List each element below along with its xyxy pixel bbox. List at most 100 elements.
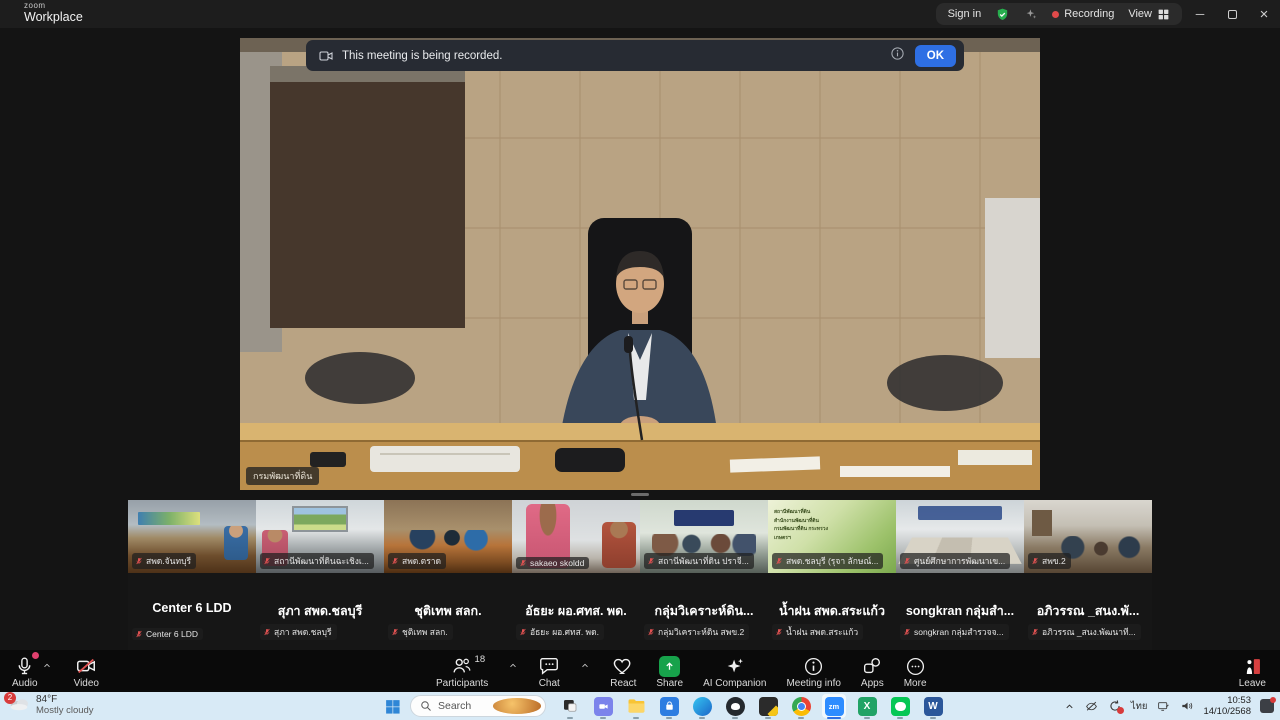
taskbar-app-chrome[interactable] [789, 694, 813, 718]
participant-display-name: กลุ่มวิเคราะห์ดิน... [640, 601, 768, 621]
participant-name: อัธยะ ผอ.ศทส. พด. [530, 625, 599, 639]
participant-tile-center6ldd[interactable]: Center 6 LDD Center 6 LDD [128, 573, 256, 650]
taskbar-app-zoom[interactable]: zm [822, 694, 846, 718]
participant-tile-apiwan[interactable]: อภิวรรณ _สนง.พั... อภิวรรณ _สนง.พัฒนาที.… [1024, 573, 1152, 650]
recording-banner: This meeting is being recorded. OK [306, 40, 964, 71]
ok-button[interactable]: OK [915, 45, 956, 67]
taskbar-app-taskview[interactable] [558, 694, 582, 718]
titlebar-status-group: Sign in Recording View [936, 3, 1182, 25]
muted-mic-icon [263, 557, 271, 565]
sync-alert-dot [1117, 707, 1124, 714]
share-button[interactable]: Share [656, 654, 683, 689]
participant-name-tag: อัธยะ ผอ.ศทส. พด. [516, 624, 604, 640]
thumbnail-sakaeo-skoldd[interactable]: sakaeo skoldd [512, 500, 640, 573]
taskbar-app-word[interactable]: W [921, 694, 945, 718]
chat-icon [538, 655, 560, 677]
strip-drag-handle[interactable] [631, 493, 649, 496]
search-label: Search [438, 700, 487, 712]
thumbnail-spk2[interactable]: สพข.2 [1024, 500, 1152, 573]
taskbar-app-line[interactable] [888, 694, 912, 718]
thumbnail-chachoengsao[interactable]: สถานีพัฒนาที่ดินฉะเชิงเ... [256, 500, 384, 573]
thumbnail-trat[interactable]: สพด.ตราด [384, 500, 512, 573]
thumbnail-study-center[interactable]: ศูนย์ศึกษาการพัฒนาเข... [896, 500, 1024, 573]
view-button[interactable]: View [1128, 8, 1170, 21]
muted-mic-icon [647, 557, 655, 565]
tray-notification-icon[interactable] [1260, 699, 1274, 713]
tray-overflow-chevron[interactable] [1064, 701, 1075, 712]
start-button[interactable] [380, 694, 404, 718]
participant-display-name: songkran กลุ่มสำ... [896, 601, 1024, 621]
minimize-button[interactable]: ─ [1184, 0, 1216, 28]
thumbnail-scene-shape [138, 512, 200, 525]
language-indicator[interactable]: ไทย [1131, 699, 1148, 714]
heart-icon [612, 655, 634, 677]
system-tray: ไทย 10:53 14/10/2568 [1064, 692, 1274, 720]
apps-icon [861, 655, 883, 677]
thumbnail-scene-shape [602, 522, 636, 568]
more-button[interactable]: More [904, 654, 927, 689]
participants-count-badge: 18 [475, 654, 486, 665]
thumbnail-chanthaburi[interactable]: สพด.จันทบุรี [128, 500, 256, 573]
tray-volume-icon[interactable] [1180, 699, 1194, 713]
recording-indicator: Recording [1052, 8, 1114, 20]
share-screen-icon [659, 656, 680, 677]
grid-view-icon [1157, 8, 1170, 21]
taskbar-app-edge[interactable] [690, 694, 714, 718]
sign-in-link[interactable]: Sign in [948, 8, 982, 20]
muted-mic-icon [1031, 628, 1039, 636]
recording-camera-icon [318, 48, 334, 64]
taskbar-app-photos[interactable] [756, 694, 780, 718]
muted-mic-icon [1031, 557, 1039, 565]
audio-participant-row: Center 6 LDD Center 6 LDD สุภา สพด.ชลบุร… [128, 573, 1152, 650]
sparkle-icon[interactable] [1024, 7, 1038, 21]
chat-options-caret[interactable] [580, 658, 590, 676]
view-label: View [1128, 8, 1152, 20]
meeting-info-button[interactable]: Meeting info [786, 654, 840, 689]
participants-icon [451, 655, 473, 677]
taskbar-app-excel[interactable]: X [855, 694, 879, 718]
info-icon[interactable] [890, 46, 905, 66]
weather-widget[interactable]: 2 84°F Mostly cloudy [8, 694, 94, 716]
audio-button[interactable]: Audio [12, 654, 38, 689]
thumbnail-prachin[interactable]: สถานีพัฒนาที่ดิน ปราจี... [640, 500, 768, 573]
more-ellipsis-icon [905, 656, 926, 677]
close-button[interactable]: × [1248, 0, 1280, 28]
participant-tile-chutithep[interactable]: ชุติเทพ สลก. ชุติเทพ สลก. [384, 573, 512, 650]
participants-options-caret[interactable] [508, 658, 518, 676]
leave-button[interactable]: Leave [1239, 654, 1266, 689]
windows-taskbar: 2 84°F Mostly cloudy Search [0, 692, 1280, 720]
participant-tile-songkran[interactable]: songkran กลุ่มสำ... songkran กลุ่มสำรวจจ… [896, 573, 1024, 650]
muted-mic-icon [135, 630, 143, 638]
taskbar-app-file-explorer[interactable] [624, 694, 648, 718]
participant-display-name: Center 6 LDD [128, 601, 256, 615]
ai-companion-button[interactable]: AI Companion [703, 654, 766, 689]
maximize-button[interactable] [1216, 0, 1248, 28]
participant-name-tag: สุภา สพด.ชลบุรี [260, 624, 337, 640]
tray-sync-icon[interactable] [1108, 699, 1122, 713]
zoom-workplace-logo: zoom Workplace [24, 2, 83, 24]
chat-button[interactable]: Chat [538, 654, 560, 689]
active-speaker-video[interactable]: กรมพัฒนาที่ดิน [240, 38, 1040, 490]
participant-tile-soil-analysis[interactable]: กลุ่มวิเคราะห์ดิน... กลุ่มวิเคราะห์ดิน ส… [640, 573, 768, 650]
taskbar-app-github[interactable] [723, 694, 747, 718]
participant-tile-athaya[interactable]: อัธยะ ผอ.ศทส. พด. อัธยะ ผอ.ศทส. พด. [512, 573, 640, 650]
apps-button[interactable]: Apps [861, 654, 884, 689]
video-button[interactable]: Video [74, 654, 99, 689]
taskbar-clock[interactable]: 10:53 14/10/2568 [1203, 695, 1251, 718]
shield-check-icon[interactable] [995, 7, 1010, 22]
react-button[interactable]: React [610, 654, 636, 689]
tray-display-icon[interactable] [1156, 700, 1171, 713]
taskbar-search[interactable]: Search [410, 695, 546, 717]
participant-tile-namfon[interactable]: น้ำฝน สพด.สระแก้ว น้ำฝน สพด.สระแก้ว [768, 573, 896, 650]
participant-name: สพข.2 [1042, 554, 1066, 568]
taskbar-app-store[interactable] [657, 694, 681, 718]
taskbar-app-teams[interactable] [591, 694, 615, 718]
participant-name: สถานีพัฒนาที่ดินฉะเชิงเ... [274, 554, 369, 568]
participant-tile-supa[interactable]: สุภา สพด.ชลบุรี สุภา สพด.ชลบุรี [256, 573, 384, 650]
audio-options-caret[interactable] [42, 658, 52, 676]
thumbnail-chonburi[interactable]: สถานีพัฒนาที่ดิน สำนักงานพัฒนาที่ดิน กรม… [768, 500, 896, 573]
muted-mic-icon [391, 628, 399, 636]
participant-display-name: อภิวรรณ _สนง.พั... [1024, 601, 1152, 621]
tray-hidden-icon[interactable] [1084, 700, 1099, 713]
participants-button[interactable]: 18 Participants [436, 654, 488, 689]
